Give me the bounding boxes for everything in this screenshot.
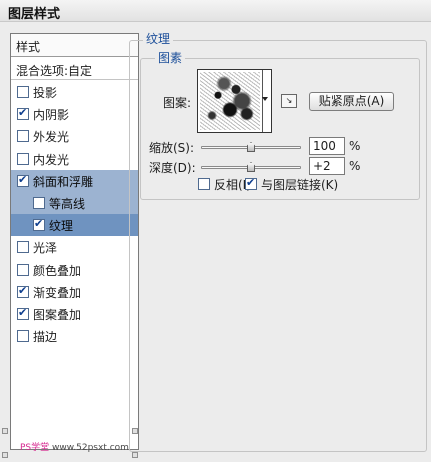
style-item-label: 图案叠加 <box>33 308 82 322</box>
style-item-checkbox[interactable] <box>17 330 29 343</box>
scale-unit: % <box>349 139 361 153</box>
depth-label: 深度(D): <box>149 161 196 175</box>
style-item-checkbox[interactable] <box>17 241 29 254</box>
style-item[interactable]: 投影 <box>11 81 138 103</box>
style-item-checkbox[interactable] <box>33 197 45 209</box>
link-checkbox-box[interactable] <box>245 176 257 190</box>
style-item-label: 外发光 <box>33 130 70 145</box>
style-item[interactable]: 描边 <box>11 325 138 347</box>
style-list-header-label: 样式 <box>16 40 41 54</box>
dialog-title-bar: 图层样式 <box>0 0 431 22</box>
corner-marker <box>2 428 8 434</box>
style-item-checkbox[interactable] <box>17 86 29 98</box>
corner-marker <box>2 452 8 458</box>
scale-label: 缩放(S): <box>149 141 195 155</box>
style-item-label: 斜面和浮雕 <box>33 174 94 189</box>
blend-options-item[interactable]: 混合选项:自定 <box>11 58 138 80</box>
style-item[interactable]: 等高线 <box>11 192 138 214</box>
style-item-checkbox[interactable] <box>17 152 29 165</box>
style-item-checkbox[interactable] <box>17 263 29 276</box>
style-item-checkbox[interactable] <box>17 306 29 320</box>
watermark: PS学堂 www.52psxt.com <box>20 440 129 453</box>
watermark-text: PS学堂 <box>20 443 50 453</box>
style-item[interactable]: 纹理 <box>11 214 138 237</box>
style-item-label: 投影 <box>33 86 58 100</box>
scale-input[interactable]: 100 <box>309 137 345 155</box>
dialog-title: 图层样式 <box>8 7 61 22</box>
style-item-label: 渐变叠加 <box>33 285 82 300</box>
style-item-checkbox[interactable] <box>17 284 29 298</box>
pattern-preview <box>200 72 260 130</box>
style-item[interactable]: 光泽 <box>11 236 138 258</box>
style-item-label: 光泽 <box>33 241 58 256</box>
style-item-label: 等高线 <box>49 197 86 211</box>
invert-checkbox-box[interactable] <box>198 178 210 190</box>
style-item-checkbox[interactable] <box>17 106 29 121</box>
style-list-header[interactable]: 样式 <box>11 34 138 57</box>
style-item[interactable]: 内阴影 <box>11 103 138 125</box>
pattern-label: 图案: <box>163 96 192 110</box>
style-list: 样式 混合选项:自定 投影内阴影外发光内发光斜面和浮雕等高线纹理光泽颜色叠加渐变… <box>10 33 139 450</box>
style-item-checkbox[interactable] <box>17 173 29 187</box>
style-item-label: 颜色叠加 <box>33 263 82 278</box>
snap-to-origin-button[interactable]: 贴紧原点(A) <box>309 92 394 111</box>
style-item-label: 内阴影 <box>33 108 70 123</box>
scale-slider[interactable] <box>201 142 301 152</box>
section-title: 纹理 <box>143 30 174 47</box>
depth-unit: % <box>349 159 361 173</box>
style-item-label: 内发光 <box>33 152 70 167</box>
style-item-checkbox[interactable] <box>17 130 29 143</box>
link-label: 与图层链接(K) <box>261 178 339 192</box>
style-item[interactable]: 斜面和浮雕 <box>11 169 138 192</box>
corner-marker <box>132 452 138 458</box>
depth-slider[interactable] <box>201 162 301 172</box>
style-item-checkbox[interactable] <box>33 217 45 232</box>
blend-options-label: 混合选项:自定 <box>16 64 93 78</box>
corner-marker <box>132 428 138 434</box>
pattern-picker[interactable] <box>197 69 272 133</box>
style-item[interactable]: 颜色叠加 <box>11 259 138 281</box>
pattern-divider <box>262 70 263 132</box>
style-item[interactable]: 图案叠加 <box>11 303 138 325</box>
style-item[interactable]: 外发光 <box>11 125 138 147</box>
depth-input[interactable]: +2 <box>309 157 345 175</box>
style-item[interactable]: 渐变叠加 <box>11 281 138 303</box>
watermark-site: www.52psxt.com <box>52 443 129 453</box>
chevron-down-icon[interactable] <box>262 97 268 101</box>
group-title: 图素 <box>155 49 186 66</box>
style-item[interactable]: 内发光 <box>11 148 138 170</box>
new-preset-icon[interactable]: ↘ <box>281 94 297 108</box>
style-item-label: 纹理 <box>49 219 74 234</box>
style-item-label: 描边 <box>33 330 58 345</box>
